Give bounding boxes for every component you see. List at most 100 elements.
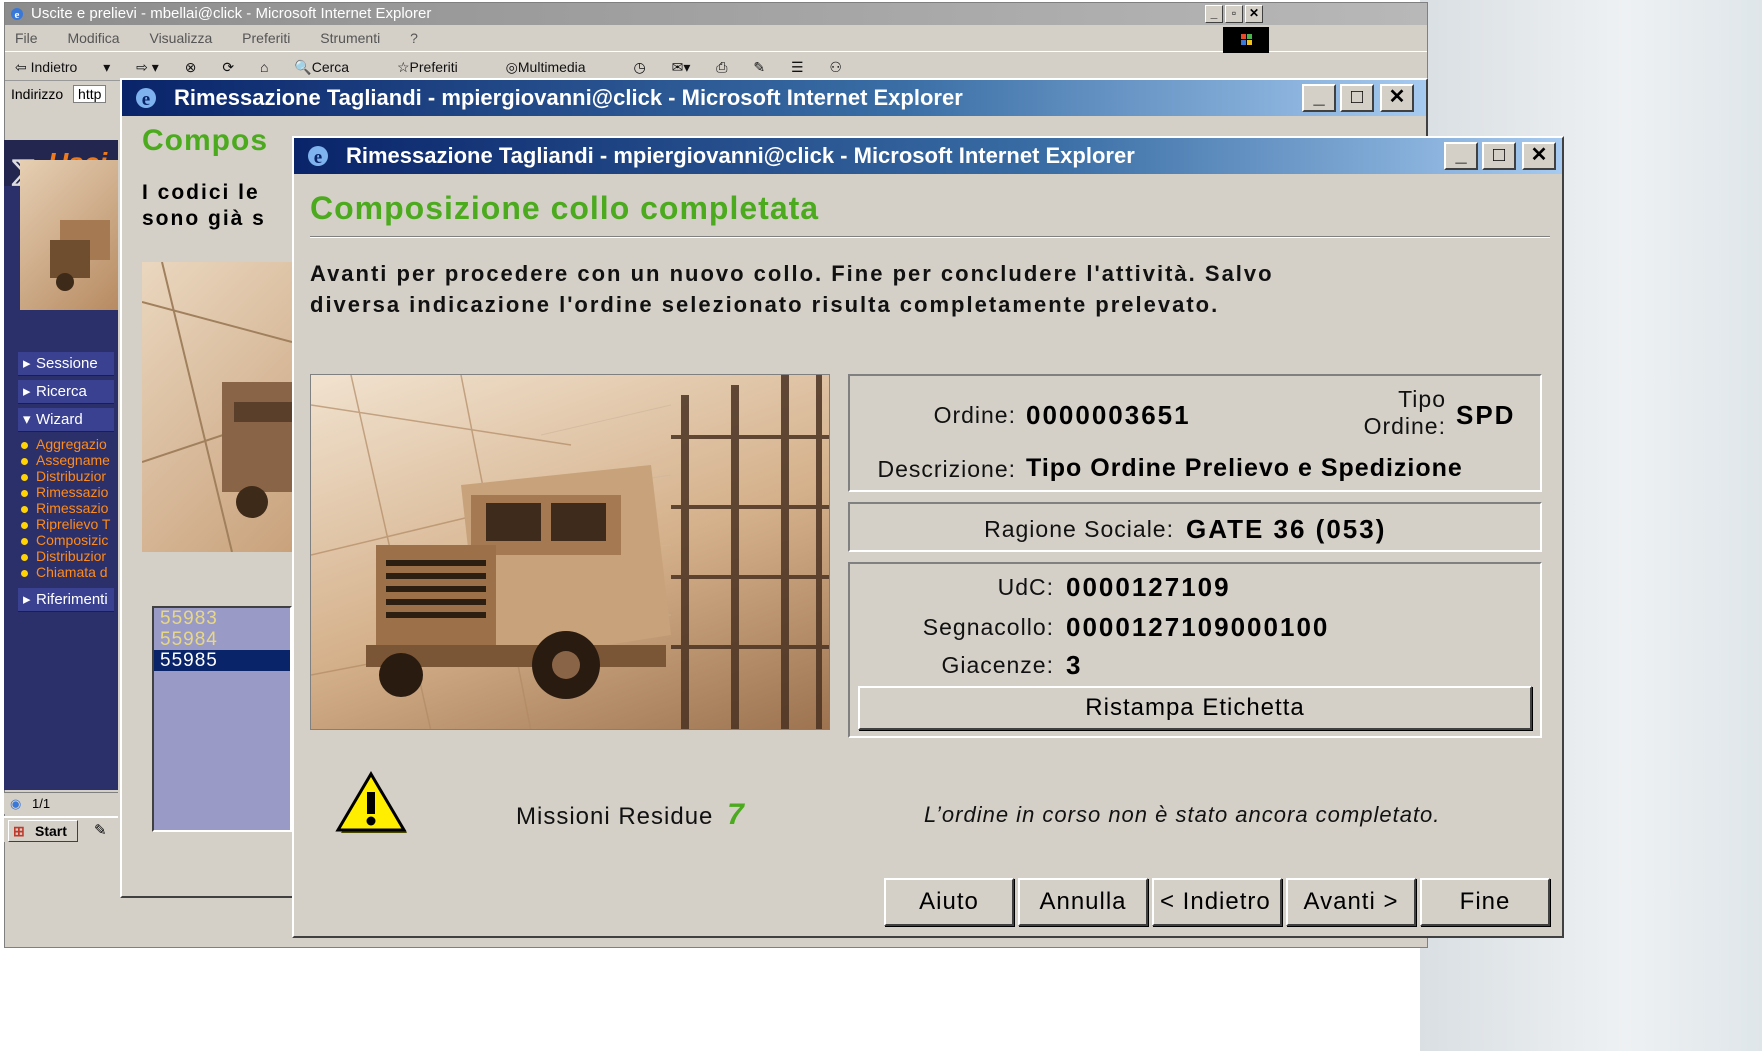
messenger-icon[interactable]: ⚇: [829, 59, 842, 75]
forward-icon[interactable]: ⇨ ▾: [136, 59, 159, 75]
nav-link[interactable]: Aggregazio: [18, 436, 107, 452]
quicklaunch-icon[interactable]: ✎: [94, 821, 107, 839]
toolbar: ⇦ Indietro ▾ ⇨ ▾ ⊗ ⟳ ⌂ 🔍Cerca ☆Preferiti…: [5, 51, 1427, 81]
nav-link[interactable]: Rimessazio: [18, 484, 108, 500]
home-icon[interactable]: ⌂: [260, 59, 268, 75]
minimize-icon[interactable]: _: [1205, 5, 1223, 23]
minimize-icon[interactable]: _: [1444, 142, 1478, 170]
front-title-bar: e Rimessazione Tagliandi - mpiergiovanni…: [294, 138, 1562, 174]
nav-link[interactable]: Rimessazio: [18, 500, 108, 516]
address-field[interactable]: http: [73, 85, 107, 103]
ragione-value: GATE 36 (053): [1186, 514, 1387, 544]
discuss-icon[interactable]: ☰: [791, 59, 804, 75]
media-button[interactable]: ◎Multimedia: [506, 59, 608, 75]
ordine-label: Ordine:: [933, 402, 1016, 428]
nav-link[interactable]: Riprelievo T: [18, 516, 110, 532]
giacenze-label: Giacenze:: [941, 652, 1054, 678]
taskbar: ⊞ Start ✎: [4, 816, 118, 842]
back-window-title: Uscite e prelievi - mbellai@click - Micr…: [31, 5, 432, 22]
history-icon[interactable]: ◷: [633, 59, 645, 75]
menu-bar: File Modifica Visualizza Preferiti Strum…: [5, 25, 1427, 53]
nav-link[interactable]: Assegname: [18, 452, 110, 468]
back-title-bar: e Uscite e prelievi - mbellai@click - Mi…: [5, 3, 1427, 25]
nav-link[interactable]: Chiamata d: [18, 564, 108, 580]
menu-file[interactable]: File: [15, 30, 38, 46]
warning-message: L’ordine in corso non è stato ancora com…: [924, 802, 1441, 827]
missioni-residue: Missioni Residue 7: [516, 798, 745, 832]
indietro-button[interactable]: < Indietro: [1152, 878, 1282, 926]
page-title: Composizione collo completata: [310, 190, 820, 226]
close-icon[interactable]: ✕: [1380, 84, 1414, 112]
print-icon[interactable]: ⎙: [716, 59, 727, 75]
front-window-title: Rimessazione Tagliandi - mpiergiovanni@c…: [346, 143, 1135, 168]
nav-link[interactable]: Distribuzior: [18, 468, 106, 484]
middle-heading: Compos: [142, 124, 268, 157]
list-item[interactable]: 55984: [154, 629, 290, 650]
middle-text: I codici le sono già s: [142, 181, 266, 230]
menu-preferiti[interactable]: Preferiti: [242, 30, 290, 46]
ristampa-etichetta-button[interactable]: Ristampa Etichetta: [858, 686, 1532, 730]
edit-icon[interactable]: ✎: [753, 59, 765, 75]
nav-link[interactable]: Distribuzior: [18, 548, 106, 564]
middle-truck-image: [141, 261, 293, 553]
annulla-button[interactable]: Annulla: [1018, 878, 1148, 926]
udc-label: UdC:: [997, 574, 1054, 600]
stop-icon[interactable]: ⊗: [185, 59, 197, 75]
nav-sessione[interactable]: ▸ Sessione: [18, 352, 114, 376]
page-icon: ◉: [10, 796, 22, 811]
list-item[interactable]: 55983: [154, 608, 290, 629]
order-panel: Ordine: 0000003651 Tipo Ordine: SPD Desc…: [848, 374, 1542, 492]
triangle-right-icon: ▸: [23, 591, 31, 608]
nav-wizard[interactable]: ▾ Wizard: [18, 408, 114, 432]
ie-icon: e: [11, 8, 23, 21]
close-icon[interactable]: ✕: [1245, 5, 1263, 23]
maximize-icon[interactable]: □: [1340, 84, 1374, 112]
maximize-icon[interactable]: □: [1482, 142, 1516, 170]
udc-panel: UdC: 0000127109 Segnacollo: 000012710900…: [848, 562, 1542, 738]
menu-visualizza[interactable]: Visualizza: [149, 30, 212, 46]
nav-riferimenti[interactable]: ▸ Riferimenti: [18, 588, 114, 612]
avanti-button[interactable]: Avanti >: [1286, 878, 1416, 926]
windows-logo-icon: [1223, 27, 1269, 53]
segnacollo-label: Segnacollo:: [922, 614, 1054, 640]
list-item-selected[interactable]: 55985: [154, 650, 290, 671]
nav-link[interactable]: Composizic: [18, 532, 108, 548]
menu-strumenti[interactable]: Strumenti: [320, 30, 380, 46]
triangle-right-icon: ▸: [23, 355, 31, 372]
status-bar: ◉ 1/1: [4, 792, 118, 814]
aiuto-button[interactable]: Aiuto: [884, 878, 1014, 926]
missioni-label: Missioni Residue: [516, 803, 714, 830]
missioni-value: 7: [727, 798, 745, 831]
ragione-panel: Ragione Sociale: GATE 36 (053): [848, 502, 1542, 552]
menu-help[interactable]: ?: [410, 30, 418, 46]
tipo-label: Tipo Ordine:: [1363, 386, 1446, 439]
minimize-icon[interactable]: _: [1302, 84, 1336, 112]
ordine-value: 0000003651: [1026, 400, 1191, 430]
menu-modifica[interactable]: Modifica: [67, 30, 119, 46]
mail-icon[interactable]: ✉▾: [672, 59, 691, 75]
status-text: 1/1: [32, 796, 51, 811]
search-button[interactable]: 🔍Cerca: [294, 59, 371, 75]
code-listbox[interactable]: 55983 55984 55985: [152, 606, 292, 832]
divider: [310, 236, 1550, 238]
favorites-button[interactable]: ☆Preferiti: [397, 59, 480, 75]
restore-icon[interactable]: ▫: [1225, 5, 1243, 23]
triangle-down-icon: ▾: [23, 411, 31, 428]
segnacollo-value: 0000127109000100: [1066, 612, 1330, 642]
close-icon[interactable]: ✕: [1522, 142, 1556, 170]
intro-text: Avanti per procedere con un nuovo collo.…: [310, 261, 1274, 317]
descrizione-value: Tipo Ordine Prelievo e Spedizione: [1026, 454, 1463, 482]
ie-icon: e: [136, 88, 156, 110]
nav-ricerca[interactable]: ▸ Ricerca: [18, 380, 114, 404]
fine-button[interactable]: Fine: [1420, 878, 1550, 926]
start-button[interactable]: ⊞ Start: [8, 820, 78, 842]
middle-window-title: Rimessazione Tagliandi - mpiergiovanni@c…: [174, 85, 963, 110]
svg-text:e: e: [314, 147, 322, 168]
ragione-label: Ragione Sociale:: [984, 516, 1174, 542]
front-dialog-window: e Rimessazione Tagliandi - mpiergiovanni…: [292, 136, 1564, 938]
address-label: Indirizzo: [11, 86, 64, 102]
giacenze-value: 3: [1066, 650, 1083, 680]
refresh-icon[interactable]: ⟳: [222, 59, 234, 75]
tipo-ordine-value: SPD: [1456, 400, 1516, 430]
back-button[interactable]: ⇦ Indietro ▾: [15, 59, 110, 75]
